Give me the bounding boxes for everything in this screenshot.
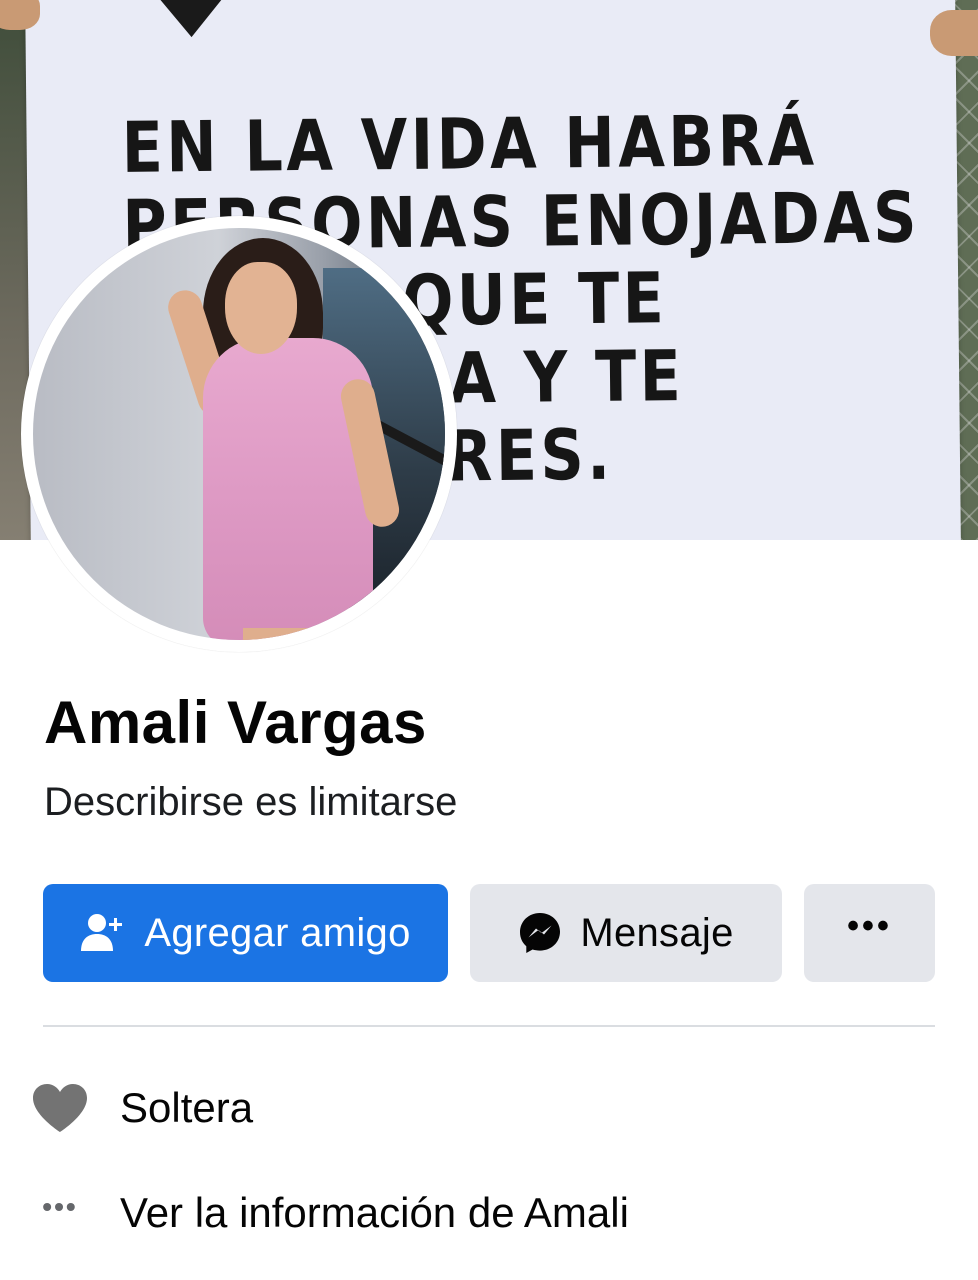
more-options-icon: ••• [847, 907, 892, 945]
see-about-info-row[interactable]: ••• Ver la información de Amali [30, 1178, 629, 1248]
profile-bio: Describirse es limitarse [44, 780, 458, 824]
message-label: Mensaje [580, 910, 734, 955]
heart-icon [30, 1082, 90, 1134]
cover-hand-right [930, 10, 978, 56]
see-about-info-label: Ver la información de Amali [120, 1189, 629, 1236]
profile-name: Amali Vargas [44, 689, 427, 756]
avatar-person-face [225, 262, 297, 354]
section-divider [43, 1025, 935, 1027]
dots-glyph: ••• [42, 1191, 78, 1222]
avatar-person-legs [243, 628, 323, 640]
message-button[interactable]: Mensaje [470, 884, 782, 982]
relationship-status-label: Soltera [120, 1084, 254, 1131]
profile-avatar-photo [33, 228, 445, 640]
more-options-button[interactable]: ••• [804, 884, 935, 982]
sign-arrow-drawing [155, 0, 228, 38]
profile-page: EN LA VIDA HABRÁ PERSONAS ENOJADAS PORQU… [0, 0, 978, 1280]
profile-avatar[interactable] [21, 216, 457, 652]
add-friend-label: Agregar amigo [144, 910, 411, 955]
add-friend-icon [80, 913, 126, 953]
more-dots-icon: ••• [30, 1193, 90, 1221]
messenger-icon [518, 911, 562, 955]
relationship-status-row: Soltera [30, 1073, 253, 1143]
add-friend-button[interactable]: Agregar amigo [43, 884, 448, 982]
